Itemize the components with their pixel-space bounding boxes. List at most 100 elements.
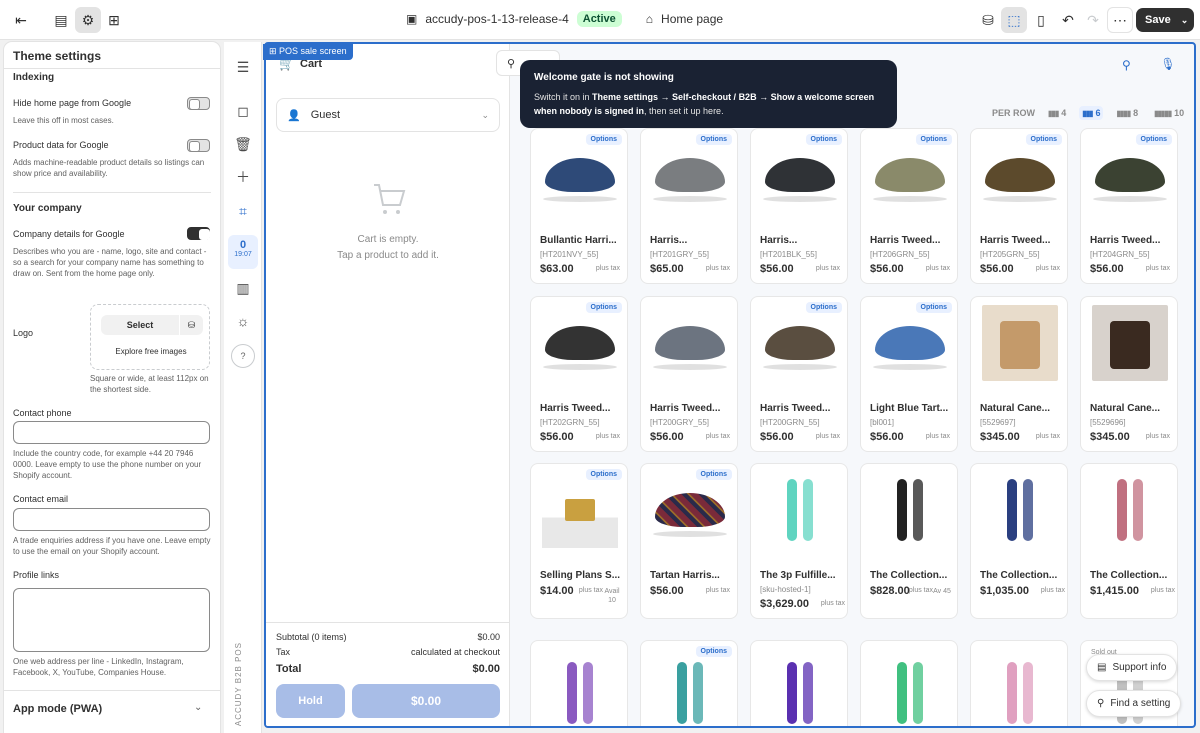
- support-info-button[interactable]: ▤ Support info: [1086, 654, 1178, 681]
- email-field[interactable]: [13, 508, 210, 531]
- hide-home-label: Hide home page from Google: [13, 98, 132, 108]
- product-data-toggle[interactable]: [187, 139, 210, 152]
- barcode-icon[interactable]: ▥: [233, 278, 253, 298]
- brightness-icon[interactable]: ☼: [233, 311, 253, 331]
- product-card[interactable]: [750, 640, 848, 726]
- product-card[interactable]: [970, 640, 1068, 726]
- trash-icon[interactable]: 🗑: [233, 134, 253, 154]
- plus-icon[interactable]: ＋: [233, 167, 253, 187]
- mobile-preview-icon[interactable]: ▯: [1028, 7, 1054, 33]
- options-badge: Options: [695, 646, 732, 657]
- per-row-option-10[interactable]: ▮▮▮▮▮ 10: [1151, 106, 1187, 120]
- chat-icon[interactable]: ◻: [233, 101, 253, 121]
- per-row-option-6[interactable]: ▮▮▮ 6: [1079, 106, 1104, 120]
- save-button[interactable]: Save ⌄: [1136, 8, 1194, 32]
- options-badge: Options: [915, 134, 952, 145]
- microphone-icon[interactable]: 🎙: [1154, 50, 1182, 78]
- per-row-option-8[interactable]: ▮▮▮▮ 8: [1113, 106, 1141, 120]
- product-card[interactable]: Options: [640, 640, 738, 726]
- settings-gear-icon[interactable]: ⚙: [75, 7, 101, 33]
- status-badge: Active: [576, 11, 622, 27]
- product-card[interactable]: Natural Cane... [5529696] $345.00 plus tax: [1080, 296, 1178, 452]
- tag-icon[interactable]: ⌗: [233, 201, 253, 221]
- product-card[interactable]: The Collection... $828.00 plus tax Av 45: [860, 463, 958, 619]
- product-sku: [HT201BLK_55]: [760, 250, 817, 259]
- product-card[interactable]: The Collection... $1,415.00 plus tax: [1080, 463, 1178, 619]
- product-card[interactable]: Options Harris Tweed... [HT202GRN_55] $56.0…: [530, 296, 628, 452]
- product-card[interactable]: Harris Tweed... [HT200GRY_55] $56.00 plus t…: [640, 296, 738, 452]
- database-icon[interactable]: ⛁: [975, 7, 1001, 33]
- hold-button[interactable]: Hold: [276, 684, 345, 718]
- product-card[interactable]: Options Tartan Harris... $56.00 plus tax: [640, 463, 738, 619]
- product-card[interactable]: The Collection... $1,035.00 plus tax: [970, 463, 1068, 619]
- profile-links-field[interactable]: [13, 588, 210, 652]
- page-selector[interactable]: Home page: [661, 12, 723, 26]
- product-card[interactable]: Options Harris Tweed... [HT206GRN_55] $56.0…: [860, 128, 958, 284]
- more-icon[interactable]: ⋯: [1107, 7, 1133, 33]
- product-card[interactable]: Options Selling Plans S... $14.00 plus tax A…: [530, 463, 628, 619]
- product-card[interactable]: Options Harris... [HT201BLK_55] $56.00 plus …: [750, 128, 848, 284]
- product-card[interactable]: Options Harris... [HT201GRY_55] $65.00 plus …: [640, 128, 738, 284]
- chevron-down-icon[interactable]: ⌄: [1181, 15, 1189, 26]
- product-card[interactable]: Natural Cane... [5529697] $345.00 plus tax: [970, 296, 1068, 452]
- product-sku: [HT202GRN_55]: [540, 418, 600, 427]
- per-row-value: 10: [1174, 108, 1185, 118]
- redo-icon[interactable]: ↷: [1080, 7, 1106, 33]
- database-icon[interactable]: ⛁: [179, 315, 203, 335]
- product-price: $56.00: [870, 431, 904, 443]
- company-details-toggle[interactable]: [187, 227, 210, 240]
- guest-label: Guest: [310, 109, 341, 121]
- product-image: [981, 305, 1059, 381]
- plus-tax-label: plus tax: [1040, 587, 1065, 594]
- divider: [4, 690, 220, 691]
- divider: [4, 68, 220, 69]
- subtotal-value: $0.00: [477, 632, 500, 642]
- undo-icon[interactable]: ↶: [1055, 7, 1081, 33]
- search-icon[interactable]: ⚲: [1122, 58, 1131, 72]
- product-card[interactable]: Options Harris Tweed... [HT200GRN_55] $56.0…: [750, 296, 848, 452]
- product-name: Harris Tweed...: [870, 235, 941, 246]
- logo-select-button[interactable]: Select: [101, 315, 179, 335]
- app-mode-section[interactable]: App mode (PWA): [13, 703, 102, 715]
- info-icon: ▤: [1097, 662, 1107, 673]
- product-card[interactable]: [530, 640, 628, 726]
- product-image: [871, 137, 949, 213]
- customer-selector[interactable]: 👤 Guest ⌄: [276, 98, 500, 132]
- product-card[interactable]: The 3p Fulfille... [sku-hosted-1] $3,629.0…: [750, 463, 848, 619]
- help-icon[interactable]: ?: [231, 344, 255, 368]
- orders-counter[interactable]: 0 19:07: [228, 235, 258, 269]
- inspector-icon[interactable]: ⬚: [1001, 7, 1027, 33]
- product-name: Selling Plans S...: [540, 570, 621, 581]
- notice-text: Switch it on in: [534, 92, 593, 102]
- find-setting-button[interactable]: ⚲ Find a setting: [1086, 690, 1182, 717]
- tax-label: Tax: [276, 647, 291, 657]
- product-card[interactable]: Options Harris Tweed... [HT205GRN_55] $56.0…: [970, 128, 1068, 284]
- product-sku: [HT201NVY_55]: [540, 250, 599, 259]
- save-label: Save: [1145, 14, 1171, 26]
- product-card[interactable]: Options Bullantic Harri... [HT201NVY_55] $6…: [530, 128, 628, 284]
- explore-images-link[interactable]: Explore free images: [91, 347, 211, 356]
- sections-icon[interactable]: ▤: [48, 7, 74, 33]
- product-name: Natural Cane...: [980, 403, 1051, 414]
- product-card[interactable]: Options Light Blue Tart... [bl001] $56.00 pl…: [860, 296, 958, 452]
- chevron-down-icon[interactable]: ⌄: [194, 702, 202, 713]
- exit-icon[interactable]: ⇤: [8, 7, 34, 33]
- email-label: Contact email: [13, 494, 69, 504]
- product-price: $3,629.00: [760, 598, 809, 610]
- per-row-option-4[interactable]: ▮▮▮ 4: [1045, 106, 1069, 120]
- product-card[interactable]: Options Harris Tweed... [HT204GRN_55] $56.0…: [1080, 128, 1178, 284]
- hide-home-toggle[interactable]: [187, 97, 210, 110]
- section-tag[interactable]: ⊞ POS sale screen: [263, 44, 353, 60]
- theme-name[interactable]: accudy-pos-1-13-release-4: [425, 12, 568, 26]
- pay-button[interactable]: $0.00: [352, 684, 500, 718]
- tax-row: Tax calculated at checkout: [276, 647, 500, 657]
- product-card[interactable]: [860, 640, 958, 726]
- product-image: [981, 137, 1059, 213]
- plus-tax-label: plus tax: [820, 600, 845, 607]
- product-sku: [HT200GRN_55]: [760, 418, 820, 427]
- product-sku: [HT200GRY_55]: [650, 418, 709, 427]
- menu-icon[interactable]: ☰: [233, 57, 253, 77]
- phone-help: Include the country code, for example +4…: [13, 449, 202, 480]
- phone-field[interactable]: [13, 421, 210, 444]
- apps-icon[interactable]: ⊞: [101, 7, 127, 33]
